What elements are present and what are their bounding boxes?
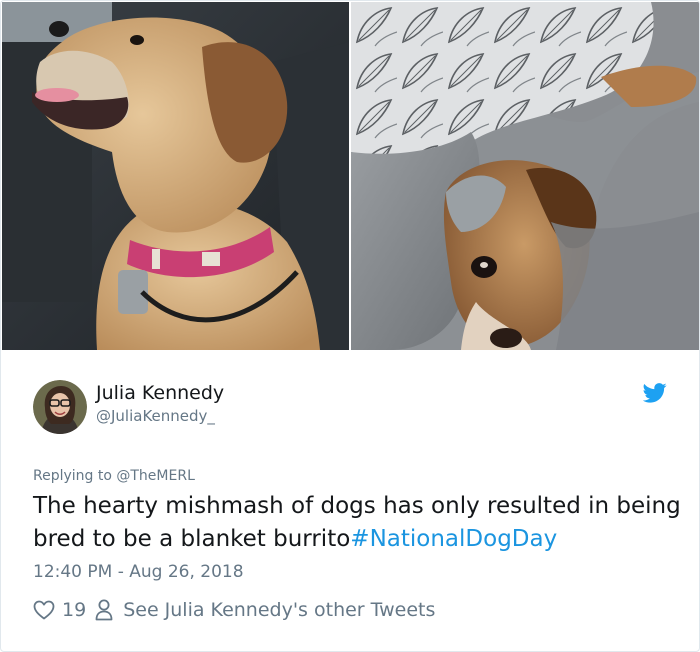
heart-icon[interactable] bbox=[33, 600, 55, 620]
replying-to-label[interactable]: Replying to @TheMERL bbox=[33, 468, 195, 484]
tweet-photos bbox=[2, 2, 699, 350]
author-avatar[interactable] bbox=[33, 380, 87, 434]
other-tweets-link[interactable]: See Julia Kennedy's other Tweets bbox=[123, 599, 435, 621]
tweet-timestamp[interactable]: 12:40 PM - Aug 26, 2018 bbox=[33, 562, 244, 582]
author-display-name[interactable]: Julia Kennedy bbox=[96, 382, 224, 404]
like-count[interactable]: 19 bbox=[62, 599, 86, 621]
hashtag-link[interactable]: #NationalDogDay bbox=[350, 526, 557, 552]
blanket-dog-photo[interactable] bbox=[351, 2, 699, 350]
dog-in-car-photo[interactable] bbox=[2, 2, 349, 350]
person-icon[interactable] bbox=[95, 599, 113, 621]
tweet-actions: 19 See Julia Kennedy's other Tweets bbox=[33, 595, 435, 625]
author-handle[interactable]: @JuliaKennedy_ bbox=[96, 407, 215, 425]
tweet-author-header: Julia Kennedy @JuliaKennedy_ bbox=[33, 380, 673, 436]
twitter-bird-icon[interactable] bbox=[643, 383, 667, 403]
tweet-card: Julia Kennedy @JuliaKennedy_ Replying to… bbox=[0, 0, 700, 652]
tweet-text: The hearty mishmash of dogs has only res… bbox=[33, 490, 683, 556]
